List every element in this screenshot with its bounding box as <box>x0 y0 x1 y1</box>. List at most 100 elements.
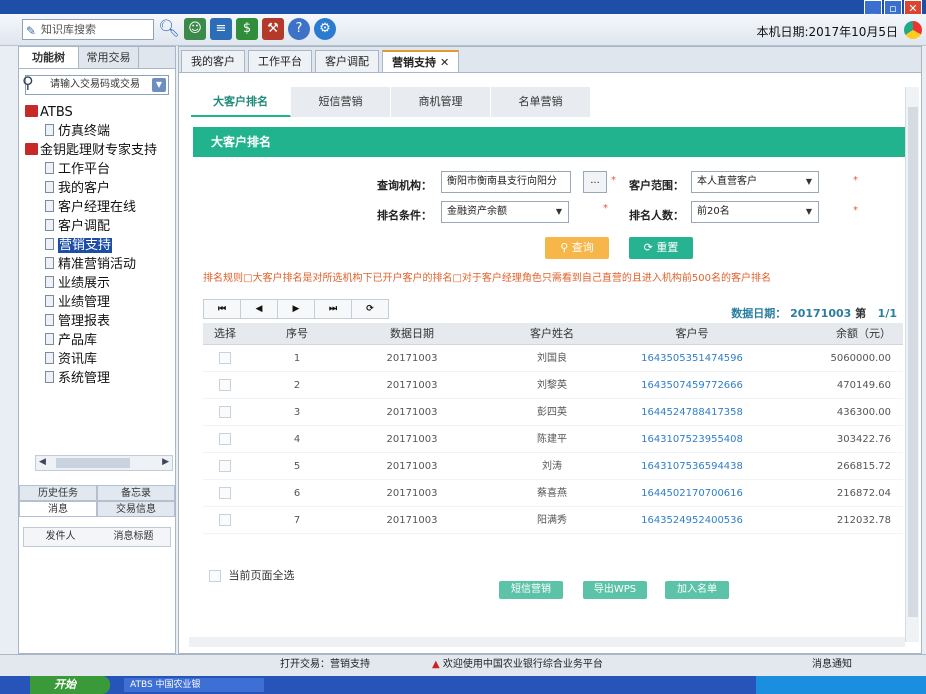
row-checkbox[interactable] <box>219 379 231 391</box>
row-customer-id[interactable]: 1643524952400536 <box>627 507 757 533</box>
count-select[interactable]: 前20名 ▼ <box>691 201 819 223</box>
table-row[interactable]: 4 20171003 陈建平 1643107523955408 303422.76 <box>203 426 903 453</box>
row-customer-id[interactable]: 1643505351474596 <box>627 345 757 371</box>
scope-select[interactable]: 本人直营客户 ▼ <box>691 171 819 193</box>
row-customer-id[interactable]: 1643107523955408 <box>627 426 757 452</box>
money-icon[interactable]: $ <box>236 18 258 40</box>
tree-node[interactable]: 客户调配 <box>25 217 173 236</box>
tree-node[interactable]: ATBS <box>25 103 173 122</box>
col-index: 序号 <box>286 327 308 340</box>
first-page-button[interactable]: ⏮ <box>203 299 241 319</box>
row-checkbox[interactable] <box>219 514 231 526</box>
message-table-header: 发件人 消息标题 <box>23 527 171 547</box>
tab-workbench[interactable]: 工作平台 <box>248 50 312 72</box>
query-button[interactable]: ⚲ 查询 <box>545 237 609 259</box>
tree-node[interactable]: 业绩展示 <box>25 274 173 293</box>
tab-function-tree[interactable]: 功能树 <box>19 47 79 68</box>
chevron-down-icon[interactable]: ▼ <box>152 78 166 92</box>
start-button[interactable]: 开始 <box>30 676 110 694</box>
row-checkbox[interactable] <box>219 406 231 418</box>
table-row[interactable]: 5 20171003 刘涛 1643107536594438 266815.72 <box>203 453 903 480</box>
tab-trade-info[interactable]: 交易信息 <box>97 501 175 517</box>
row-checkbox[interactable] <box>219 352 231 364</box>
tree-node[interactable]: 仿真终端 <box>25 122 173 141</box>
scroll-thumb[interactable] <box>908 107 918 617</box>
row-customer-id[interactable]: 1644524788417358 <box>627 399 757 425</box>
search-icon[interactable]: 🔍︎ <box>158 18 180 40</box>
tree-node[interactable]: 业绩管理 <box>25 293 173 312</box>
row-checkbox[interactable] <box>219 433 231 445</box>
tree-node-label: 金钥匙理财专家支持 <box>40 143 158 158</box>
tree-node[interactable]: 产品库 <box>25 331 173 350</box>
tab-marketing-support[interactable]: 营销支持 ✕ <box>382 50 460 72</box>
close-icon[interactable]: ✕ <box>440 56 449 69</box>
tree-horizontal-scrollbar[interactable]: ◀ ▶ <box>35 455 173 471</box>
page-count: 1/1 <box>877 307 897 320</box>
help-icon[interactable]: ? <box>288 18 310 40</box>
subtab-top-customers[interactable]: 大客户排名 <box>191 87 291 117</box>
tools-icon[interactable]: ⚒ <box>262 18 284 40</box>
tab-customer-allocation[interactable]: 客户调配 <box>315 50 379 72</box>
select-all-checkbox[interactable] <box>209 570 221 582</box>
message-notice[interactable]: 消息通知 <box>812 655 852 675</box>
table-row[interactable]: 7 20171003 阳满秀 1643524952400536 212032.78 <box>203 507 903 534</box>
settings-icon[interactable]: ⚙ <box>314 18 336 40</box>
last-page-button[interactable]: ⏭ <box>314 299 352 319</box>
list-icon[interactable]: ≡ <box>210 18 232 40</box>
count-value: 前20名 <box>697 206 730 217</box>
org-field[interactable]: 衡阳市衡南县支行向阳分 <box>441 171 571 193</box>
subtab-sms-marketing[interactable]: 短信营销 <box>291 87 391 117</box>
tree-node[interactable]: 金钥匙理财专家支持 <box>25 141 173 160</box>
tab-messages[interactable]: 消息 <box>19 501 97 517</box>
next-page-button[interactable]: ▶ <box>277 299 315 319</box>
doc-icon <box>45 371 54 383</box>
tree-node[interactable]: 资讯库 <box>25 350 173 369</box>
taskbar-app-atbs[interactable]: ATBS 中国农业银 <box>124 678 264 692</box>
tree-node[interactable]: 营销支持 <box>25 236 173 255</box>
cond-select[interactable]: 金融资产余额 ▼ <box>441 201 569 223</box>
table-header: 选择 序号 数据日期 客户姓名 客户号 余额（元） <box>203 323 903 345</box>
scroll-right-icon[interactable]: ▶ <box>162 457 169 467</box>
tree-node[interactable]: 管理报表 <box>25 312 173 331</box>
tree-node[interactable]: 客户经理在线 <box>25 198 173 217</box>
refresh-button[interactable]: ⟳ <box>351 299 389 319</box>
select-all-row[interactable]: 当前页面全选 <box>209 567 295 583</box>
table-row[interactable]: 6 20171003 蔡喜燕 1644502170700616 216872.04 <box>203 480 903 507</box>
row-customer-id[interactable]: 1643107536594438 <box>627 453 757 479</box>
doc-icon <box>45 124 54 136</box>
row-customer-id[interactable]: 1643507459772666 <box>627 372 757 398</box>
add-to-list-button[interactable]: 加入名单 <box>665 581 729 599</box>
row-checkbox[interactable] <box>219 460 231 472</box>
scroll-thumb[interactable] <box>56 458 130 468</box>
main-panel: 我的客户 工作平台 客户调配 营销支持 ✕ 大客户排名 短信营销 商机管理 名单营… <box>178 46 922 654</box>
subtab-list-marketing[interactable]: 名单营销 <box>491 87 591 117</box>
tree-node[interactable]: 精准营销活动 <box>25 255 173 274</box>
row-customer-id[interactable]: 1644502170700616 <box>627 480 757 506</box>
table-row[interactable]: 3 20171003 彭四英 1644524788417358 436300.00 <box>203 399 903 426</box>
org-picker-button[interactable]: ... <box>583 171 607 193</box>
prev-page-button[interactable]: ◀ <box>240 299 278 319</box>
sms-marketing-button[interactable]: 短信营销 <box>499 581 563 599</box>
browser-icon[interactable] <box>904 21 922 39</box>
main-vertical-scrollbar[interactable] <box>905 87 919 642</box>
scroll-left-icon[interactable]: ◀ <box>39 457 46 467</box>
table-row[interactable]: 1 20171003 刘国良 1643505351474596 5060000.00 <box>203 345 903 372</box>
tab-history-tasks[interactable]: 历史任务 <box>19 485 97 501</box>
reset-button[interactable]: ⟳ 重置 <box>629 237 693 259</box>
tab-memo[interactable]: 备忘录 <box>97 485 175 501</box>
table-row[interactable]: 2 20171003 刘黎英 1643507459772666 470149.60 <box>203 372 903 399</box>
knowledge-search-input[interactable]: ✎ 知识库搜索 <box>22 19 154 40</box>
trade-code-input[interactable]: ⚲ 请输入交易码或交易 ▼ <box>22 74 169 95</box>
tab-my-customers[interactable]: 我的客户 <box>181 50 245 72</box>
tab-common-trades[interactable]: 常用交易 <box>79 47 139 68</box>
row-data-date: 20171003 <box>386 353 438 364</box>
main-horizontal-scrollbar[interactable] <box>189 637 905 647</box>
col-customer-name: 客户姓名 <box>530 327 574 340</box>
subtab-opportunity[interactable]: 商机管理 <box>391 87 491 117</box>
tree-node[interactable]: 我的客户 <box>25 179 173 198</box>
row-checkbox[interactable] <box>219 487 231 499</box>
tree-node[interactable]: 工作平台 <box>25 160 173 179</box>
user-card-icon[interactable]: ☺ <box>184 18 206 40</box>
export-wps-button[interactable]: 导出WPS <box>583 581 647 599</box>
tree-node[interactable]: 系统管理 <box>25 369 173 388</box>
